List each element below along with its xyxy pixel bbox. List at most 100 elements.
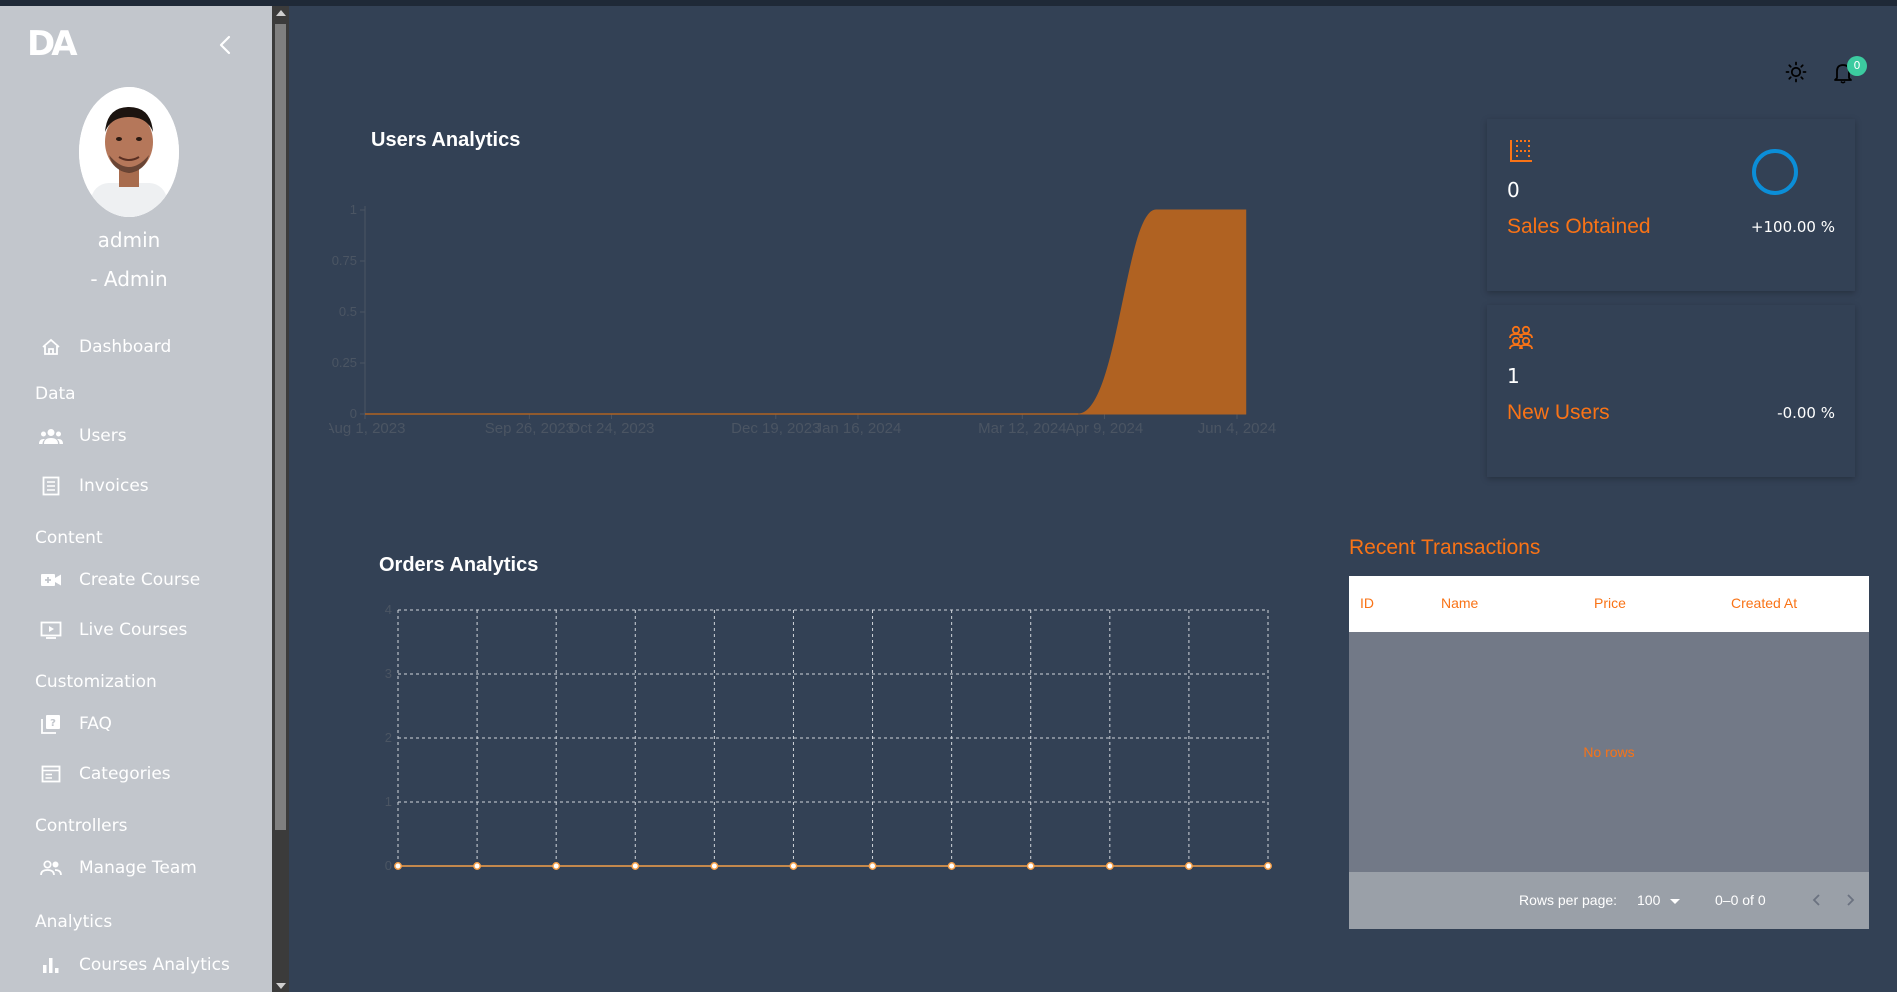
sidebar-item-manage-team[interactable]: Manage Team [36, 851, 197, 885]
data-point [947, 862, 956, 870]
table-body: No rows [1349, 632, 1869, 872]
avatar [79, 87, 179, 217]
data-point [868, 862, 877, 870]
play-screen-icon [36, 619, 66, 641]
progress-ring [1752, 149, 1798, 195]
sidebar-item-invoices[interactable]: Invoices [36, 469, 149, 503]
users-analytics-title: Users Analytics [371, 129, 521, 151]
empty-state-text: No rows [1583, 744, 1635, 760]
sidebar-item-create-course[interactable]: Create Course [36, 563, 200, 597]
sidebar-item-dashboard[interactable]: Dashboard [36, 330, 171, 364]
people-icon [36, 857, 66, 879]
sidebar-item-courses-analytics[interactable]: Courses Analytics [36, 948, 230, 982]
y-tick-label: 3 [385, 666, 392, 681]
collapse-sidebar-button[interactable] [214, 30, 238, 60]
next-page-button[interactable] [1843, 890, 1857, 914]
main-content: 0 Users Analytics 0 0.25 0.5 0.75 1 Aug 1, 20… [289, 6, 1897, 992]
section-content: Content [35, 528, 103, 548]
theme-toggle-button[interactable] [1785, 61, 1807, 87]
sidebar-item-live-courses[interactable]: Live Courses [36, 613, 187, 647]
svg-text:?: ? [50, 718, 56, 729]
chevron-left-icon [219, 35, 231, 55]
home-icon [36, 336, 66, 358]
y-tick-label: 2 [385, 730, 392, 745]
bar-chart-icon [36, 954, 66, 976]
x-tick-label: Mar 12, 2024 [978, 420, 1066, 437]
y-tick-label: 1 [350, 202, 357, 217]
orders-analytics-title: Orders Analytics [379, 554, 539, 576]
x-tick-label: Apr 9, 2024 [1066, 420, 1144, 437]
column-header-id[interactable]: ID [1360, 595, 1374, 611]
previous-page-button[interactable] [1810, 890, 1824, 914]
stat-card-new-users: 1 New Users -0.00 % [1487, 305, 1855, 477]
y-tick-label: 1 [385, 794, 392, 809]
users-icon [1509, 325, 1533, 350]
chevron-right-icon [1847, 894, 1855, 906]
sidebar-item-categories[interactable]: Categories [36, 757, 171, 791]
sidebar: DA admin - Admin Dashboard Data Users In… [0, 6, 272, 992]
y-tick-label: 0 [350, 406, 357, 421]
stat-percent: +100.00 % [1750, 218, 1835, 236]
stat-label: New Users [1507, 401, 1610, 424]
section-analytics: Analytics [35, 912, 113, 932]
y-tick-label: 0.5 [339, 304, 357, 319]
video-add-icon [36, 569, 66, 591]
scroll-up-arrow-icon[interactable] [276, 10, 286, 16]
y-tick-label: 0 [385, 858, 392, 873]
sun-icon [1785, 61, 1807, 83]
section-controllers: Controllers [35, 816, 128, 836]
data-point [552, 862, 561, 870]
sidebar-item-faq[interactable]: ? FAQ [36, 707, 112, 741]
sidebar-scrollbar[interactable] [272, 6, 289, 992]
column-header-created-at[interactable]: Created At [1731, 595, 1797, 611]
column-header-price[interactable]: Price [1594, 595, 1626, 611]
pagination-range: 0–0 of 0 [1715, 892, 1766, 908]
data-point [1184, 862, 1193, 870]
rows-per-page-select[interactable]: 100 [1637, 892, 1681, 908]
data-point [394, 862, 402, 870]
x-tick-label: Jun 4, 2024 [1198, 420, 1276, 437]
table-pagination: Rows per page: 100 0–0 of 0 [1349, 872, 1869, 929]
stat-value: 1 [1507, 364, 1520, 388]
stat-value: 0 [1507, 178, 1520, 202]
grid-icon [1510, 140, 1532, 162]
section-data: Data [35, 384, 76, 404]
x-tick-label: Dec 19, 2023 [731, 420, 820, 437]
x-tick-label: Aug 1, 2023 [329, 420, 405, 437]
users-analytics-chart: 0 0.25 0.5 0.75 1 Aug 1, 2023 Sep 26, 2023Oct … [329, 202, 1276, 437]
x-tick-label: Oct 24, 2023 [569, 420, 655, 437]
caret-down-icon [1670, 898, 1681, 904]
x-tick-label: Jan 16, 2024 [815, 420, 902, 437]
user-role: - Admin [90, 267, 168, 291]
orders-analytics-chart: 0 1 2 3 4 [385, 602, 1272, 873]
recent-transactions-title: Recent Transactions [1349, 536, 1541, 559]
quiz-icon: ? [36, 713, 66, 735]
user-name: admin [97, 228, 161, 252]
data-point [1026, 862, 1035, 870]
transactions-table: ID Name Price Created At No rows Rows pe… [1349, 576, 1869, 929]
column-header-name[interactable]: Name [1441, 595, 1478, 611]
scroll-thumb[interactable] [275, 24, 286, 830]
y-tick-label: 0.25 [332, 355, 357, 370]
y-tick-label: 4 [385, 602, 392, 617]
section-customization: Customization [35, 672, 157, 692]
group-icon [36, 425, 66, 447]
rows-per-page-label: Rows per page: [1519, 892, 1618, 908]
scroll-down-arrow-icon[interactable] [276, 983, 286, 989]
sidebar-item-users[interactable]: Users [36, 419, 127, 453]
area-series [365, 209, 1247, 415]
web-icon [36, 763, 66, 785]
chevron-left-icon [1812, 894, 1820, 906]
y-tick-label: 0.75 [332, 253, 357, 268]
data-point [710, 862, 719, 870]
stat-card-sales: 0 Sales Obtained +100.00 % [1487, 119, 1855, 291]
notifications-button[interactable]: 0 [1833, 56, 1867, 84]
stat-label: Sales Obtained [1507, 215, 1651, 238]
stat-percent: -0.00 % [1777, 404, 1835, 422]
x-tick-label: Sep 26, 2023 [485, 420, 574, 437]
data-point [1105, 862, 1114, 870]
data-point [473, 862, 482, 870]
app-logo: DA [27, 24, 78, 64]
notification-badge: 0 [1847, 56, 1867, 76]
data-point [631, 862, 640, 870]
